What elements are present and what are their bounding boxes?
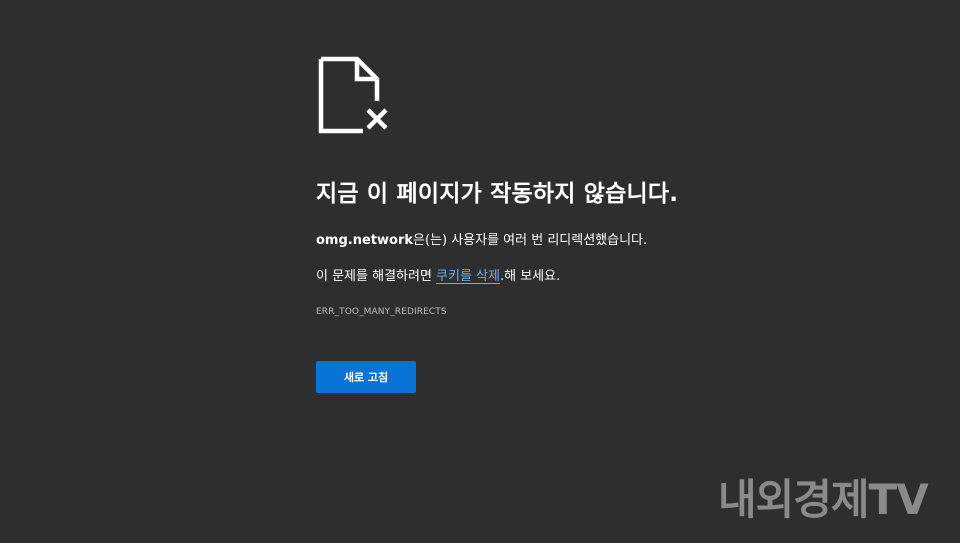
hint-prefix: 이 문제를 해결하려면 (316, 269, 437, 284)
reload-button[interactable]: 새로 고침 (316, 361, 416, 393)
page-title: 지금 이 페이지가 작동하지 않습니다. (316, 181, 679, 207)
description-text: 은(는) 사용자를 여러 번 리디렉션했습니다. (413, 233, 648, 248)
error-code: ERR_TOO_MANY_REDIRECTS (316, 307, 447, 317)
host-name: omg.network (316, 233, 414, 248)
broken-file-icon (318, 56, 388, 134)
delete-cookies-link[interactable]: 쿠키를 삭제 (436, 269, 500, 284)
error-hint: 이 문제를 해결하려면 쿠키를 삭제.해 보세요. (316, 267, 916, 287)
watermark-logo: 내외경제TV (718, 475, 929, 524)
error-description: omg.network은(는) 사용자를 여러 번 리디렉션했습니다. (316, 231, 916, 251)
hint-suffix: .해 보세요. (499, 269, 561, 284)
error-content: 지금 이 페이지가 작동하지 않습니다. omg.network은(는) 사용자… (316, 56, 916, 393)
